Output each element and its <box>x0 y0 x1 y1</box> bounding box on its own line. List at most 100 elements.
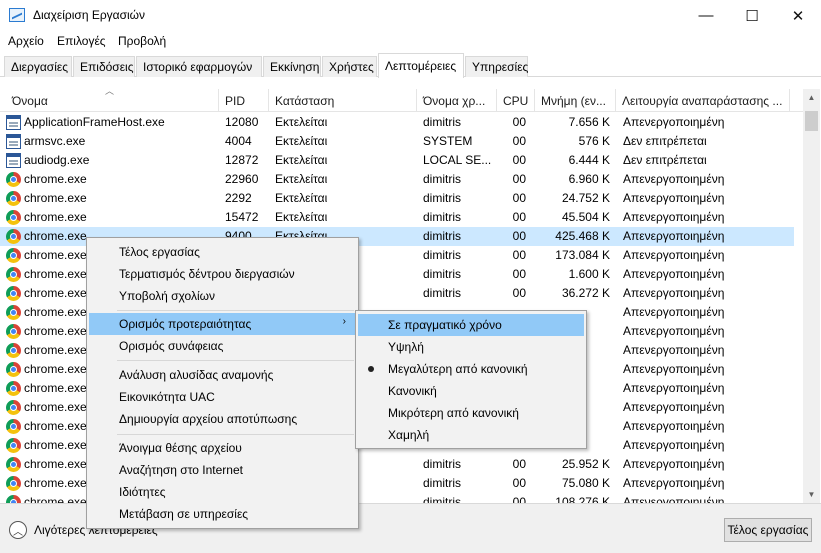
cell-virtualization: Απενεργοποιημένη <box>623 172 725 186</box>
table-row[interactable]: chrome.exe 22960 Εκτελείται dimitris 00 6.960… <box>0 170 794 189</box>
tab-users[interactable]: Χρήστες <box>322 56 377 77</box>
cell-pid: 22960 <box>225 172 259 186</box>
chrome-icon <box>6 324 21 339</box>
col-user[interactable]: Όνομα χρ... <box>417 89 497 112</box>
cell-virtualization: Απενεργοποιημένη <box>623 381 725 395</box>
ctx-create-dump-file[interactable]: Δημιουργία αρχείου αποτύπωσης <box>89 408 356 430</box>
priority-low[interactable]: Χαμηλή <box>358 424 584 446</box>
table-row[interactable]: chrome.exe 15472 Εκτελείται dimitris 00 45.50… <box>0 208 794 227</box>
cell-virtualization: Απενεργοποιημένη <box>623 191 725 205</box>
vertical-scrollbar[interactable]: ▲ ▼ <box>803 89 820 503</box>
tab-services[interactable]: Υπηρεσίες <box>465 56 528 77</box>
cell-user: dimitris <box>423 191 461 205</box>
cell-virtualization: Απενεργοποιημένη <box>623 343 725 357</box>
ctx-provide-feedback[interactable]: Υποβολή σχολίων <box>89 285 356 307</box>
cell-memory: 6.960 K <box>568 172 610 186</box>
col-memory[interactable]: Μνήμη (εν... <box>535 89 616 112</box>
tab-app-history[interactable]: Ιστορικό εφαρμογών <box>136 56 262 77</box>
tab-processes[interactable]: Διεργασίες <box>4 56 72 77</box>
cell-name: chrome.exe <box>24 191 87 205</box>
chrome-icon <box>6 419 21 434</box>
cell-memory: 25.952 K <box>561 457 610 471</box>
task-manager-icon <box>9 8 25 22</box>
priority-above-normal-label: Μεγαλύτερη από κανονική <box>388 362 528 376</box>
cell-user: SYSTEM <box>423 134 473 148</box>
tab-startup[interactable]: Εκκίνηση <box>263 56 321 77</box>
cell-cpu: 00 <box>512 248 526 262</box>
end-task-button[interactable]: Τέλος εργασίας <box>724 518 812 542</box>
menu-view[interactable]: Προβολή <box>118 34 166 48</box>
cell-memory: 108.276 K <box>555 495 610 503</box>
close-button[interactable]: ✕ <box>775 0 821 31</box>
col-pid[interactable]: PID <box>219 89 269 112</box>
cell-pid: 15472 <box>225 210 259 224</box>
priority-realtime[interactable]: Σε πραγματικό χρόνο <box>358 314 584 336</box>
menu-options[interactable]: Επιλογές <box>57 34 106 48</box>
chevron-up-icon[interactable]: ︿ <box>9 521 27 539</box>
cell-virtualization: Δεν επιτρέπεται <box>623 134 707 148</box>
minimize-button[interactable]: — <box>683 0 729 31</box>
cell-pid: 12080 <box>225 115 259 129</box>
separator <box>117 434 354 435</box>
cell-user: dimitris <box>423 457 461 471</box>
ctx-uac-virtualization[interactable]: Εικονικότητα UAC <box>89 386 356 408</box>
tab-strip: Διεργασίες Επιδόσεις Ιστορικό εφαρμογών … <box>0 53 821 78</box>
tab-performance[interactable]: Επιδόσεις <box>73 56 135 77</box>
table-row[interactable]: audiodg.exe 12872 Εκτελείται LOCAL SE... 00 6… <box>0 151 794 170</box>
ctx-analyze-wait-chain[interactable]: Ανάλυση αλυσίδας αναμονής <box>89 364 356 386</box>
cell-user: dimitris <box>423 476 461 490</box>
priority-high[interactable]: Υψηλή <box>358 336 584 358</box>
ctx-set-affinity[interactable]: Ορισμός συνάφειας <box>89 335 356 357</box>
col-name[interactable]: Όνομα <box>6 89 219 112</box>
cell-virtualization: Απενεργοποιημένη <box>623 457 725 471</box>
chrome-icon <box>6 305 21 320</box>
ctx-properties[interactable]: Ιδιότητες <box>89 481 356 503</box>
submenu-arrow-icon: › <box>342 316 346 327</box>
scroll-up-icon[interactable]: ▲ <box>803 89 820 106</box>
cell-cpu: 00 <box>512 153 526 167</box>
cell-pid: 4004 <box>225 134 252 148</box>
chrome-icon <box>6 400 21 415</box>
cell-user: LOCAL SE... <box>423 153 492 167</box>
scroll-down-icon[interactable]: ▼ <box>803 486 820 503</box>
cell-cpu: 00 <box>512 172 526 186</box>
cell-cpu: 00 <box>512 229 526 243</box>
cell-name: ApplicationFrameHost.exe <box>24 115 165 129</box>
ctx-set-priority[interactable]: Ορισμός προτεραιότητας › <box>89 313 356 335</box>
table-row[interactable]: armsvc.exe 4004 Εκτελείται SYSTEM 00 576 K Δεν… <box>0 132 794 151</box>
cell-user: dimitris <box>423 210 461 224</box>
chrome-icon <box>6 172 21 187</box>
priority-above-normal[interactable]: Μεγαλύτερη από κανονική <box>358 358 584 380</box>
table-row[interactable]: chrome.exe 2292 Εκτελείται dimitris 00 24.752… <box>0 189 794 208</box>
cell-cpu: 00 <box>512 457 526 471</box>
priority-below-normal[interactable]: Μικρότερη από κανονική <box>358 402 584 424</box>
cell-virtualization: Απενεργοποιημένη <box>623 115 725 129</box>
ctx-end-task[interactable]: Τέλος εργασίας <box>89 241 356 263</box>
cell-name: chrome.exe <box>24 210 87 224</box>
ctx-go-to-services[interactable]: Μετάβαση σε υπηρεσίες <box>89 503 356 525</box>
cell-virtualization: Απενεργοποιημένη <box>623 305 725 319</box>
ctx-open-file-location[interactable]: Άνοιγμα θέσης αρχείου <box>89 437 356 459</box>
scroll-thumb[interactable] <box>805 111 818 131</box>
cell-cpu: 00 <box>512 134 526 148</box>
chrome-icon <box>6 476 21 491</box>
maximize-button[interactable]: ☐ <box>729 0 775 31</box>
cell-virtualization: Απενεργοποιημένη <box>623 419 725 433</box>
col-status[interactable]: Κατάσταση <box>269 89 417 112</box>
cell-memory: 1.600 K <box>568 267 610 281</box>
menu-file[interactable]: Αρχείο <box>8 34 44 48</box>
cell-status: Εκτελείται <box>275 210 328 224</box>
table-row[interactable]: ApplicationFrameHost.exe 12080 Εκτελείται d… <box>0 113 794 132</box>
cell-user: dimitris <box>423 267 461 281</box>
priority-normal[interactable]: Κανονική <box>358 380 584 402</box>
col-virtualization[interactable]: Λειτουργία αναπαράστασης ... <box>616 89 790 112</box>
cell-memory: 24.752 K <box>561 191 610 205</box>
col-cpu[interactable]: CPU <box>497 89 535 112</box>
cell-virtualization: Δεν επιτρέπεται <box>623 153 707 167</box>
ctx-end-process-tree[interactable]: Τερματισμός δέντρου διεργασιών <box>89 263 356 285</box>
ctx-search-online[interactable]: Αναζήτηση στο Internet <box>89 459 356 481</box>
cell-name: chrome.exe <box>24 172 87 186</box>
chrome-icon <box>6 229 21 244</box>
cell-memory: 7.656 K <box>568 115 610 129</box>
tab-details[interactable]: Λεπτομέρειες <box>378 53 464 78</box>
